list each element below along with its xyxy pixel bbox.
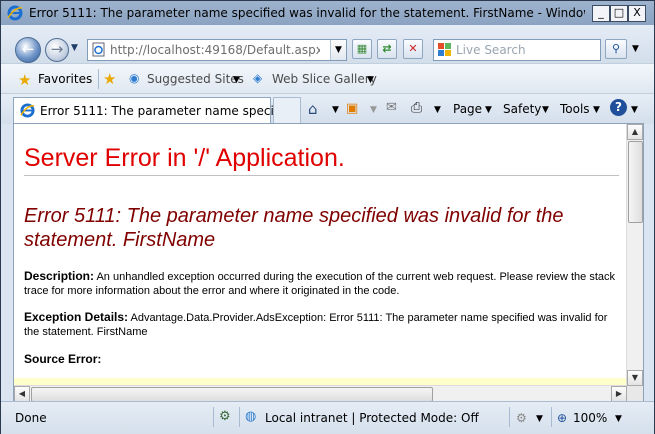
print-dropdown[interactable]: ▼ (434, 105, 441, 115)
address-row: ← → ▼ ▼ ▦ ⇄ ✕ ⚲ ▼ (1, 25, 654, 63)
globe-icon: ◍ (245, 409, 257, 424)
description-label: Description: (24, 269, 95, 283)
tools-menu[interactable]: Tools (560, 102, 590, 116)
tools-menu-dropdown[interactable]: ▼ (593, 105, 600, 115)
scrollbar-corner (627, 386, 643, 402)
search-icon: ⚲ (611, 42, 621, 55)
divider (213, 407, 214, 427)
window-title: Error 5111: The parameter name specified… (29, 6, 585, 20)
description-block: Description: An unhandled exception occu… (24, 269, 616, 298)
favorites-star-icon: ★ (18, 71, 32, 89)
tab-active[interactable]: Error 5111: The parameter name specifie.… (13, 97, 300, 125)
address-input[interactable] (110, 42, 320, 58)
security-icon[interactable]: ⚙ (219, 409, 231, 424)
home-dropdown[interactable]: ▼ (332, 105, 339, 115)
source-error-block: Source Error: (24, 352, 616, 367)
heading-divider (24, 175, 619, 176)
divider (509, 407, 510, 427)
divider (239, 407, 240, 427)
zone-text[interactable]: Local intranet | Protected Mode: Off (265, 411, 479, 425)
maximize-button[interactable]: □ (610, 5, 628, 22)
help-icon[interactable]: ? (610, 99, 627, 116)
divider (551, 407, 552, 427)
recent-pages-dropdown[interactable]: ▼ (71, 43, 78, 53)
scroll-left-button[interactable]: ◀ (14, 386, 30, 402)
feeds-dropdown[interactable]: ▼ (370, 105, 377, 115)
compatibility-icon: ▦ (356, 42, 368, 55)
suggested-sites-link[interactable]: Suggested Sites (147, 72, 244, 86)
page-menu[interactable]: Page (453, 102, 482, 116)
horizontal-scrollbar[interactable]: ◀ ▶ (14, 385, 627, 402)
page-viewport: Server Error in '/' Application. Error 5… (13, 123, 644, 403)
search-options-dropdown[interactable]: ▼ (632, 44, 639, 54)
page-menu-dropdown[interactable]: ▼ (485, 105, 492, 115)
description-text: An unhandled exception occurred during t… (24, 271, 616, 297)
new-tab-button[interactable] (273, 97, 301, 123)
favorites-bar: ★ Favorites ★ ◉ Suggested Sites ▼ ◈ Web … (1, 63, 654, 94)
forward-button[interactable]: → (45, 38, 69, 62)
add-ons-icon[interactable]: ⚙ (516, 411, 527, 425)
search-button[interactable]: ⚲ (605, 39, 627, 59)
server-error-heading: Server Error in '/' Application. (24, 144, 345, 172)
source-error-label: Source Error: (24, 352, 102, 366)
vertical-scroll-thumb[interactable] (628, 141, 643, 223)
zoom-level[interactable]: 100% (573, 411, 607, 425)
help-dropdown[interactable]: ▼ (631, 105, 638, 115)
scroll-down-button[interactable]: ▼ (627, 370, 643, 386)
search-input[interactable] (456, 42, 596, 58)
add-ons-dropdown[interactable]: ▼ (536, 414, 543, 424)
feeds-icon[interactable]: ▣ (346, 101, 358, 116)
add-favorites-icon[interactable]: ★ (103, 70, 116, 88)
compatibility-button[interactable]: ▦ (352, 39, 372, 59)
suggested-sites-dropdown[interactable]: ▼ (233, 75, 240, 85)
scroll-up-button[interactable]: ▲ (627, 124, 643, 140)
page-icon (91, 42, 106, 60)
address-dropdown-button[interactable]: ▼ (330, 40, 346, 60)
title-bar: Error 5111: The parameter name specified… (1, 1, 654, 25)
favorites-button[interactable]: Favorites (38, 72, 92, 86)
browser-window: Error 5111: The parameter name specified… (0, 0, 655, 434)
zoom-icon[interactable]: ⊕ (557, 411, 567, 425)
safety-menu-dropdown[interactable]: ▼ (542, 105, 549, 115)
stop-icon: ✕ (408, 42, 418, 55)
live-search-icon (437, 42, 452, 60)
exception-block: Exception Details: Advantage.Data.Provid… (24, 310, 616, 339)
back-icon: ← (21, 40, 35, 58)
scroll-right-button[interactable]: ▶ (611, 386, 627, 402)
refresh-icon: ⇄ (382, 42, 392, 55)
page-content: Server Error in '/' Application. Error 5… (14, 124, 627, 386)
forward-icon: → (50, 40, 64, 58)
status-bar: Done ⚙ ◍ Local intranet | Protected Mode… (1, 401, 654, 434)
exception-label: Exception Details: (24, 310, 129, 324)
suggested-sites-icon: ◉ (129, 71, 140, 85)
close-button[interactable]: X (628, 5, 646, 22)
safety-menu[interactable]: Safety (503, 102, 541, 116)
stop-button[interactable]: ✕ (403, 39, 423, 59)
tab-title: Error 5111: The parameter name specifie.… (40, 104, 301, 118)
back-button[interactable]: ← (15, 37, 41, 63)
minimize-button[interactable]: _ (592, 5, 610, 22)
home-icon[interactable]: ⌂ (308, 100, 318, 118)
tab-row: Error 5111: The parameter name specifie.… (1, 93, 654, 125)
vertical-scrollbar[interactable]: ▲ ▼ (626, 124, 643, 386)
refresh-button[interactable]: ⇄ (377, 39, 397, 59)
print-icon[interactable]: ⎙ (411, 100, 422, 116)
zoom-dropdown[interactable]: ▼ (615, 414, 622, 424)
address-bar[interactable]: ▼ (87, 39, 347, 61)
divider (98, 69, 99, 89)
status-text: Done (15, 411, 47, 425)
web-slice-icon: ◈ (253, 71, 263, 85)
web-slice-gallery-link[interactable]: Web Slice Gallery (272, 72, 377, 86)
ie-logo-icon (7, 5, 23, 24)
mail-icon[interactable]: ✉ (386, 100, 397, 115)
web-slice-dropdown[interactable]: ▼ (367, 75, 374, 85)
search-box[interactable] (433, 39, 601, 61)
horizontal-scroll-thumb[interactable] (31, 387, 433, 402)
tab-ie-icon (20, 103, 35, 121)
error-heading: Error 5111: The parameter name specified… (24, 205, 564, 251)
